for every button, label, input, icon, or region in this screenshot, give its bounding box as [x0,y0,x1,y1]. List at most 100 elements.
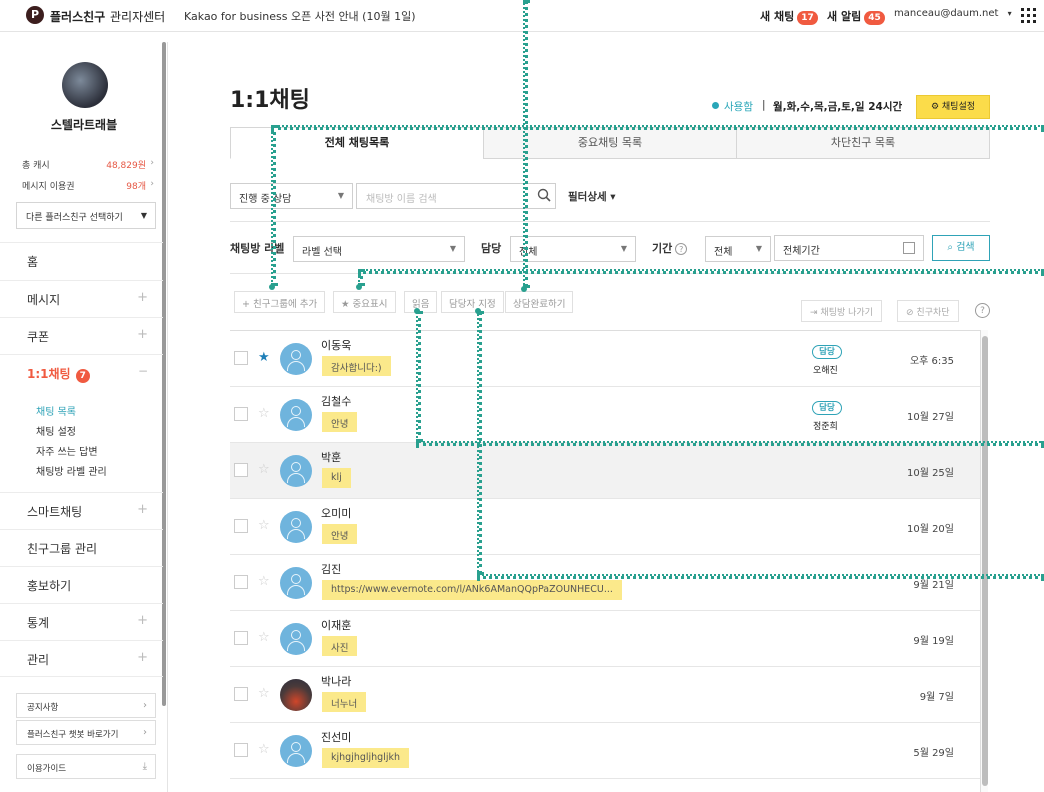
tab-all-chats[interactable]: 전체 채팅목록 [230,127,484,159]
chatbot-link[interactable]: 플러스친구 챗봇 바로가기 › [16,720,156,745]
help-icon[interactable]: ? [975,303,990,318]
nav-message[interactable]: 메시지 + [0,280,163,317]
plusfriend-logo-icon[interactable]: P [26,6,44,24]
chat-row[interactable]: ☆ 김진 https://www.evernote.com/l/ANk6AManQQ… [230,555,982,611]
add-to-friend-group-button[interactable]: + 친구그룹에 추가 [234,291,326,313]
nav-friend-group[interactable]: 친구그룹 관리 [0,529,163,566]
star-icon[interactable]: ☆ [258,574,270,589]
new-alert-link[interactable]: 새 알림 45 [827,8,885,25]
status-separator: | [762,99,766,111]
block-icon: ⊘ [906,308,914,318]
nav-promote[interactable]: 홍보하기 [0,566,163,603]
chat-list-scrollbar[interactable] [980,330,988,792]
guide-line [271,125,1044,130]
search-button[interactable]: ⌕ 검색 [932,235,990,261]
chat-row[interactable]: ☆ 박훈 klj 10월 25일 [230,443,982,499]
scrollbar-thumb[interactable] [982,336,988,786]
account-menu[interactable]: manceau@daum.net ▾ [894,8,1012,19]
cash-stat[interactable]: 총 캐시 48,829원 › [22,158,154,171]
avatar [280,399,312,431]
block-friend-button[interactable]: ⊘ 친구차단 [897,300,959,322]
star-icon[interactable]: ★ [258,350,270,365]
notice-board-link[interactable]: 공지사항 › [16,693,156,718]
account-caret-icon: ▾ [1007,9,1012,18]
assignee-tag: 담당 [812,401,842,415]
minus-icon: − [137,364,148,378]
label-select-value: 라벨 선택 [302,247,342,258]
new-alert-count-badge: 45 [864,11,885,25]
chat-name: 김진 [321,563,342,576]
plusfriend-select-label: 다른 플러스친구 선택하기 [26,213,123,223]
chat-row[interactable]: ☆ 이재훈 사진 9월 19일 [230,611,982,667]
chat-row[interactable]: ☆ 김철수 안녕 담당 정준희 10월 27일 [230,387,982,443]
tab-blocked-friends[interactable]: 차단친구 목록 [736,127,990,159]
guide-line [416,311,421,442]
star-icon[interactable]: ☆ [258,406,270,421]
period-date-input[interactable]: 전체기간 [774,235,924,261]
status-filter-select[interactable]: 진행 중 상담 ▼ [230,183,353,209]
chat-row[interactable]: ★ 이동욱 감사합니다:) 담당 오해진 오후 6:35 [230,331,982,387]
star-icon[interactable]: ☆ [258,462,270,477]
cash-label: 총 캐시 [22,161,50,171]
new-alert-label: 새 알림 [827,10,862,23]
last-message: 안녕 [322,412,358,432]
link-label: 공지사항 [27,703,59,713]
row-checkbox[interactable] [234,519,248,533]
message-ticket-stat[interactable]: 메시지 이용권 98개 › [22,179,154,192]
nav-smart-chat[interactable]: 스마트채팅 + [0,492,163,529]
new-chat-link[interactable]: 새 채팅 17 [760,8,818,25]
search-icon[interactable] [537,188,551,202]
subnav-label-manage[interactable]: 채팅방 라벨 관리 [36,463,107,478]
row-checkbox[interactable] [234,631,248,645]
subnav-frequent-replies[interactable]: 자주 쓰는 답변 [36,443,98,458]
nav-label: 친구그룹 관리 [27,542,98,556]
chat-list: ★ 이동욱 감사합니다:) 담당 오해진 오후 6:35 ☆ 김철수 안녕 담당 정준희 10월 27… [230,330,982,792]
mark-important-button[interactable]: ★ 중요표시 [333,291,396,313]
row-checkbox[interactable] [234,743,248,757]
brand-subtitle[interactable]: 관리자센터 [110,8,165,25]
chat-row[interactable]: ☆ 진선미 kjhgjhgljhgljkh 5월 29일 [230,723,982,779]
user-guide-link[interactable]: 이용가이드 ⤓ [16,754,156,779]
subnav-chat-settings[interactable]: 채팅 설정 [36,423,76,438]
assignee-filter-title: 담당 [481,242,502,255]
row-checkbox[interactable] [234,351,248,365]
nav-manage[interactable]: 관리 + [0,640,163,677]
filter-detail-toggle[interactable]: 필터상세 ▾ [568,189,616,204]
star-icon[interactable]: ☆ [258,686,270,701]
star-icon[interactable]: ☆ [258,742,270,757]
guide-dot [269,284,275,290]
star-icon[interactable]: ☆ [258,518,270,533]
chat-row[interactable]: ☆ 박나라 너누너 9월 7일 [230,667,982,723]
nav-home[interactable]: 홈 [0,242,163,279]
assignee-select[interactable]: 전체 ▼ [510,236,636,262]
message-ticket-label: 메시지 이용권 [22,182,75,192]
star-icon[interactable]: ☆ [258,630,270,645]
brand-name[interactable]: 플러스친구 [50,8,105,25]
nav-chat[interactable]: 1:1채팅 7 − [0,354,163,391]
plus-icon: + [137,613,148,628]
tab-important-chats[interactable]: 중요채팅 목록 [483,127,737,159]
avatar [280,511,312,543]
period-select[interactable]: 전체 ▼ [705,236,771,262]
new-chat-label: 새 채팅 [760,10,795,23]
help-icon[interactable]: ? [675,243,688,255]
calendar-icon[interactable] [903,242,915,254]
app-grid-icon[interactable] [1021,8,1036,23]
chat-row[interactable]: ☆ 오미미 안녕 10월 20일 [230,499,982,555]
mark-read-button[interactable]: 읽음 [404,291,438,313]
row-checkbox[interactable] [234,575,248,589]
nav-stats[interactable]: 통계 + [0,603,163,640]
chat-settings-button[interactable]: ⚙ 채팅설정 [916,95,990,119]
nav-coupon[interactable]: 쿠폰 + [0,317,163,354]
guide-line [358,269,1044,274]
notice-link[interactable]: Kakao for business 오픈 사전 안내 (10월 1일) [184,8,416,24]
assign-manager-button[interactable]: 담당자 지정 [441,291,504,313]
plusfriend-select[interactable]: 다른 플러스친구 선택하기 ▼ [16,202,156,229]
subnav-chat-list[interactable]: 채팅 목록 [36,403,76,418]
leave-chat-button[interactable]: ⇥ 채팅방 나가기 [801,300,882,322]
complete-consult-button[interactable]: 상담완료하기 [505,291,574,313]
row-checkbox[interactable] [234,407,248,421]
row-checkbox[interactable] [234,463,248,477]
row-checkbox[interactable] [234,687,248,701]
label-select[interactable]: 라벨 선택 ▼ [293,236,465,262]
